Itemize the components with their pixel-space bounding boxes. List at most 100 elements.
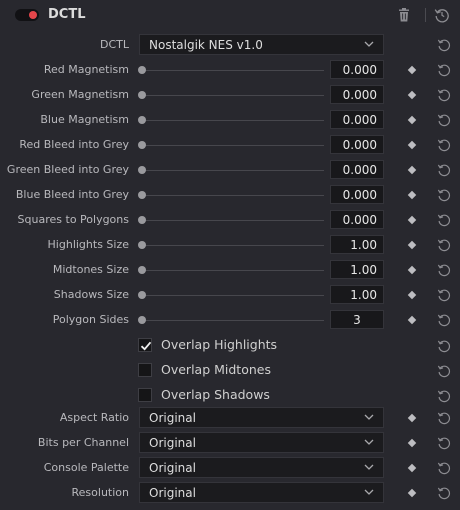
slider-handle[interactable] xyxy=(138,266,146,274)
keyframe-diamond-icon[interactable] xyxy=(407,165,417,175)
reset-all-icon[interactable] xyxy=(434,7,450,23)
slider-handle[interactable] xyxy=(138,316,146,324)
slider-handle[interactable] xyxy=(138,116,146,124)
value-field[interactable]: 0.000 xyxy=(330,60,384,79)
checkbox-row-overlap-midtones: Overlap Midtones xyxy=(0,359,460,384)
slider-track[interactable] xyxy=(142,245,324,246)
select-row-console-palette: Console Palette Original xyxy=(0,456,460,481)
checkbox-label[interactable]: Overlap Midtones xyxy=(161,362,271,377)
slider-handle[interactable] xyxy=(138,291,146,299)
dctl-select-value: Nostalgik NES v1.0 xyxy=(149,38,263,52)
keyframe-diamond-icon[interactable] xyxy=(407,463,417,473)
slider-track[interactable] xyxy=(142,320,324,321)
keyframe-diamond-icon[interactable] xyxy=(407,90,417,100)
reset-icon[interactable] xyxy=(437,461,451,475)
reset-icon[interactable] xyxy=(437,436,451,450)
value-field[interactable]: 0.000 xyxy=(330,135,384,154)
value-field[interactable]: 0.000 xyxy=(330,160,384,179)
slider-track[interactable] xyxy=(142,295,324,296)
slider-row-shadows-size: Shadows Size 1.00 xyxy=(0,283,460,308)
select-value: Original xyxy=(149,411,196,425)
slider-track[interactable] xyxy=(142,145,324,146)
value-field[interactable]: 0.000 xyxy=(330,110,384,129)
slider-handle[interactable] xyxy=(138,191,146,199)
reset-icon[interactable] xyxy=(437,38,451,52)
slider-handle[interactable] xyxy=(138,66,146,74)
keyframe-diamond-icon[interactable] xyxy=(407,190,417,200)
panel-title: DCTL xyxy=(48,7,86,22)
chevron-down-icon xyxy=(364,414,374,420)
keyframe-diamond-icon[interactable] xyxy=(407,115,417,125)
reset-icon[interactable] xyxy=(437,163,451,177)
reset-icon[interactable] xyxy=(437,364,451,378)
dctl-select[interactable]: Nostalgik NES v1.0 xyxy=(139,34,384,55)
select-value: Original xyxy=(149,486,196,500)
slider-track[interactable] xyxy=(142,195,324,196)
overlap-shadows-checkbox[interactable] xyxy=(138,388,152,402)
checkbox-label[interactable]: Overlap Highlights xyxy=(161,337,277,352)
slider-track[interactable] xyxy=(142,170,324,171)
value-field[interactable]: 3 xyxy=(330,310,384,329)
slider-track[interactable] xyxy=(142,220,324,221)
reset-icon[interactable] xyxy=(437,486,451,500)
slider-label: Red Bleed into Grey xyxy=(19,138,129,151)
slider-label: Highlights Size xyxy=(47,238,129,251)
value-field[interactable]: 0.000 xyxy=(330,85,384,104)
bits-per-channel-select[interactable]: Original xyxy=(139,432,384,453)
overlap-midtones-checkbox[interactable] xyxy=(138,363,152,377)
slider-handle[interactable] xyxy=(138,166,146,174)
reset-icon[interactable] xyxy=(437,411,451,425)
value-field[interactable]: 1.00 xyxy=(330,260,384,279)
reset-icon[interactable] xyxy=(437,238,451,252)
reset-icon[interactable] xyxy=(437,138,451,152)
enable-toggle[interactable] xyxy=(15,9,39,21)
keyframe-diamond-icon[interactable] xyxy=(407,65,417,75)
keyframe-diamond-icon[interactable] xyxy=(407,315,417,325)
slider-track[interactable] xyxy=(142,95,324,96)
slider-track[interactable] xyxy=(142,270,324,271)
reset-icon[interactable] xyxy=(437,389,451,403)
slider-handle[interactable] xyxy=(138,241,146,249)
keyframe-diamond-icon[interactable] xyxy=(407,290,417,300)
keyframe-diamond-icon[interactable] xyxy=(407,488,417,498)
overlap-highlights-checkbox[interactable] xyxy=(138,338,152,352)
select-row-resolution: Resolution Original xyxy=(0,481,460,506)
slider-track[interactable] xyxy=(142,120,324,121)
resolution-select[interactable]: Original xyxy=(139,482,384,503)
reset-icon[interactable] xyxy=(437,288,451,302)
keyframe-diamond-icon[interactable] xyxy=(407,265,417,275)
reset-icon[interactable] xyxy=(437,88,451,102)
slider-label: Green Magnetism xyxy=(31,88,129,101)
slider-row-blue-bleed: Blue Bleed into Grey 0.000 xyxy=(0,183,460,208)
aspect-ratio-select[interactable]: Original xyxy=(139,407,384,428)
reset-icon[interactable] xyxy=(437,339,451,353)
keyframe-diamond-icon[interactable] xyxy=(407,140,417,150)
keyframe-diamond-icon[interactable] xyxy=(407,413,417,423)
slider-handle[interactable] xyxy=(138,91,146,99)
value-field[interactable]: 1.00 xyxy=(330,235,384,254)
slider-handle[interactable] xyxy=(138,141,146,149)
keyframe-diamond-icon[interactable] xyxy=(407,215,417,225)
trash-icon[interactable] xyxy=(398,8,410,22)
select-value: Original xyxy=(149,436,196,450)
console-palette-select[interactable]: Original xyxy=(139,457,384,478)
value-field[interactable]: 0.000 xyxy=(330,210,384,229)
slider-handle[interactable] xyxy=(138,216,146,224)
reset-icon[interactable] xyxy=(437,63,451,77)
checkbox-label[interactable]: Overlap Shadows xyxy=(161,387,270,402)
reset-icon[interactable] xyxy=(437,263,451,277)
slider-row-polygon-sides: Polygon Sides 3 xyxy=(0,308,460,333)
reset-icon[interactable] xyxy=(437,313,451,327)
keyframe-diamond-icon[interactable] xyxy=(407,438,417,448)
slider-label: Blue Bleed into Grey xyxy=(15,188,129,201)
keyframe-diamond-icon[interactable] xyxy=(407,240,417,250)
reset-icon[interactable] xyxy=(437,188,451,202)
reset-icon[interactable] xyxy=(437,113,451,127)
chevron-down-icon xyxy=(364,41,374,47)
slider-row-blue-magnetism: Blue Magnetism 0.000 xyxy=(0,108,460,133)
reset-icon[interactable] xyxy=(437,213,451,227)
slider-track[interactable] xyxy=(142,70,324,71)
slider-row-midtones-size: Midtones Size 1.00 xyxy=(0,258,460,283)
value-field[interactable]: 1.00 xyxy=(330,285,384,304)
value-field[interactable]: 0.000 xyxy=(330,185,384,204)
